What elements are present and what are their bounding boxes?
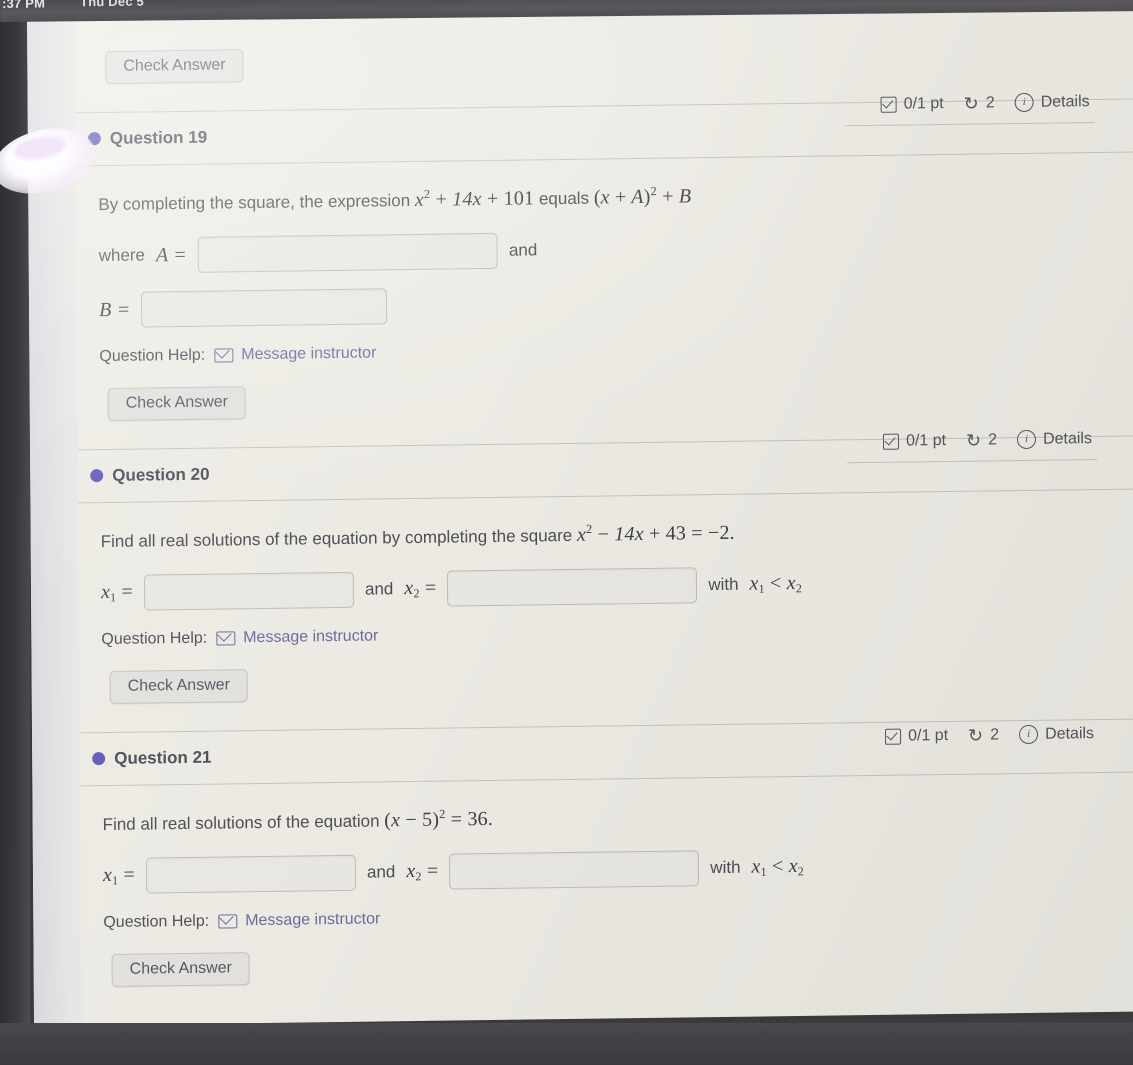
and-label: and (508, 240, 538, 260)
details-link[interactable]: Details (1043, 430, 1092, 449)
check-answer-label: Check Answer (109, 669, 249, 704)
question-help-19: Question Help: Message instructor (99, 334, 1133, 366)
where-label: where (98, 245, 146, 266)
question-title-text: Question 21 (114, 747, 212, 768)
prompt-expression: (x − 5)2 = 36. (384, 806, 494, 832)
envelope-icon (218, 914, 238, 929)
prompt-text: By completing the square, the expression (98, 191, 411, 215)
question-help-label: Question Help: (101, 629, 208, 649)
redo-arrow-icon[interactable]: ↺ (966, 430, 981, 450)
check-answer-button-21[interactable]: Check Answer (111, 940, 1133, 987)
with-label: with (710, 857, 741, 878)
page-gutter (27, 15, 83, 1026)
question-title-text: Question 19 (109, 127, 208, 148)
x2-label: x2 = (404, 576, 437, 601)
prompt-expression-2: (x + A)2 + B (593, 184, 692, 209)
question-meta-19: 0/1 pt ↺ 2 i Details (880, 92, 1090, 114)
question-help-20: Question Help: Message instructor (101, 617, 1133, 649)
check-answer-label: Check Answer (107, 386, 247, 421)
variable-b-label: B = (98, 298, 131, 321)
question-status-dot-icon (90, 469, 104, 483)
status-clock: :37 PM (1, 0, 46, 11)
constraint-label: x1 < x2 (749, 571, 803, 596)
question-help-21: Question Help: Message instructor (103, 900, 1133, 932)
assignment-page: Check Answer Question 19 0/1 pt ↺ 2 i De… (27, 1, 1133, 1026)
meta-underline (844, 122, 1095, 127)
question-list: Check Answer Question 19 0/1 pt ↺ 2 i De… (75, 1, 1133, 987)
answer-input-a[interactable] (197, 232, 499, 273)
question-help-label: Question Help: (99, 346, 206, 366)
prompt-text: Find all real solutions of the equation (102, 811, 380, 835)
checkbox-checked-icon (885, 728, 902, 745)
answer-input-x2[interactable] (449, 850, 700, 890)
details-link[interactable]: Details (1045, 725, 1094, 744)
status-date: Thu Dec 5 (79, 0, 145, 10)
x1-label: x1 = (100, 580, 134, 605)
question-status-dot-icon (92, 752, 106, 766)
variable-a-label: A = (155, 243, 188, 266)
answer-input-b[interactable] (141, 288, 388, 328)
question-help-label: Question Help: (103, 912, 210, 932)
answer-input-x1[interactable] (143, 571, 355, 611)
meta-underline (847, 459, 1098, 464)
question-prompt-19: By completing the square, the expression… (98, 174, 1133, 220)
x1-label: x1 = (102, 863, 136, 888)
answer-input-x2[interactable] (447, 567, 698, 607)
info-circle-icon[interactable]: i (1019, 724, 1039, 745)
question-title-19: Question 19 (87, 127, 208, 150)
envelope-icon (216, 631, 236, 646)
photo-of-screen: Check Answer Question 19 0/1 pt ↺ 2 i De… (0, 0, 1133, 1065)
question-prompt-21: Find all real solutions of the equation … (103, 794, 1133, 840)
prompt-text: Find all real solutions of the equation … (100, 525, 573, 552)
message-instructor-label: Message instructor (245, 910, 381, 930)
points-label: 0/1 pt (903, 94, 944, 113)
prompt-expression: x2 + 14x + 101 (414, 187, 535, 211)
redo-arrow-icon[interactable]: ↺ (964, 93, 979, 113)
prompt-expression: x2 − 14x + 43 = −2. (576, 521, 735, 546)
info-circle-icon[interactable]: i (1016, 429, 1037, 450)
question-title-20: Question 20 (90, 464, 210, 487)
constraint-label: x1 < x2 (751, 854, 805, 879)
question-title-text: Question 20 (112, 464, 210, 485)
check-answer-label: Check Answer (105, 49, 244, 84)
message-instructor-link[interactable]: Message instructor (218, 910, 380, 930)
points-label: 0/1 pt (905, 431, 947, 450)
checkbox-checked-icon (882, 433, 900, 450)
message-instructor-label: Message instructor (241, 344, 377, 364)
and-label: and (366, 862, 396, 882)
message-instructor-link[interactable]: Message instructor (216, 627, 378, 647)
question-prompt-20: Find all real solutions of the equation … (101, 511, 1133, 557)
details-link[interactable]: Details (1041, 93, 1090, 112)
attempts-label: 2 (985, 93, 995, 111)
and-label: and (364, 579, 394, 599)
info-circle-icon[interactable]: i (1014, 92, 1034, 113)
points-label: 0/1 pt (908, 726, 949, 745)
device-bezel-bottom (0, 1023, 1133, 1065)
answer-row-20: x1 = and x2 = with x1 < x2 (101, 561, 1133, 611)
checkbox-checked-icon (880, 96, 897, 113)
redo-arrow-icon[interactable]: ↺ (968, 725, 983, 745)
question-status-dot-icon (87, 132, 101, 146)
answer-row-a-19: where A = and (99, 224, 1133, 274)
prompt-mid: equals (538, 188, 590, 209)
message-instructor-label: Message instructor (243, 627, 379, 647)
envelope-icon (214, 348, 234, 363)
answer-row-b-19: B = (99, 278, 1133, 328)
x2-label: x2 = (406, 859, 439, 884)
attempts-label: 2 (990, 725, 1000, 743)
with-label: with (708, 574, 739, 595)
question-meta-20: 0/1 pt ↺ 2 i Details (882, 429, 1092, 451)
device-bezel-left (0, 0, 30, 1065)
question-title-21: Question 21 (92, 747, 212, 770)
check-answer-label: Check Answer (111, 952, 251, 987)
answer-row-21: x1 = and x2 = with x1 < x2 (103, 844, 1133, 894)
question-meta-21: 0/1 pt ↺ 2 i Details (885, 724, 1094, 746)
attempts-label: 2 (988, 430, 998, 448)
answer-input-x1[interactable] (145, 854, 357, 894)
message-instructor-link[interactable]: Message instructor (214, 344, 376, 364)
